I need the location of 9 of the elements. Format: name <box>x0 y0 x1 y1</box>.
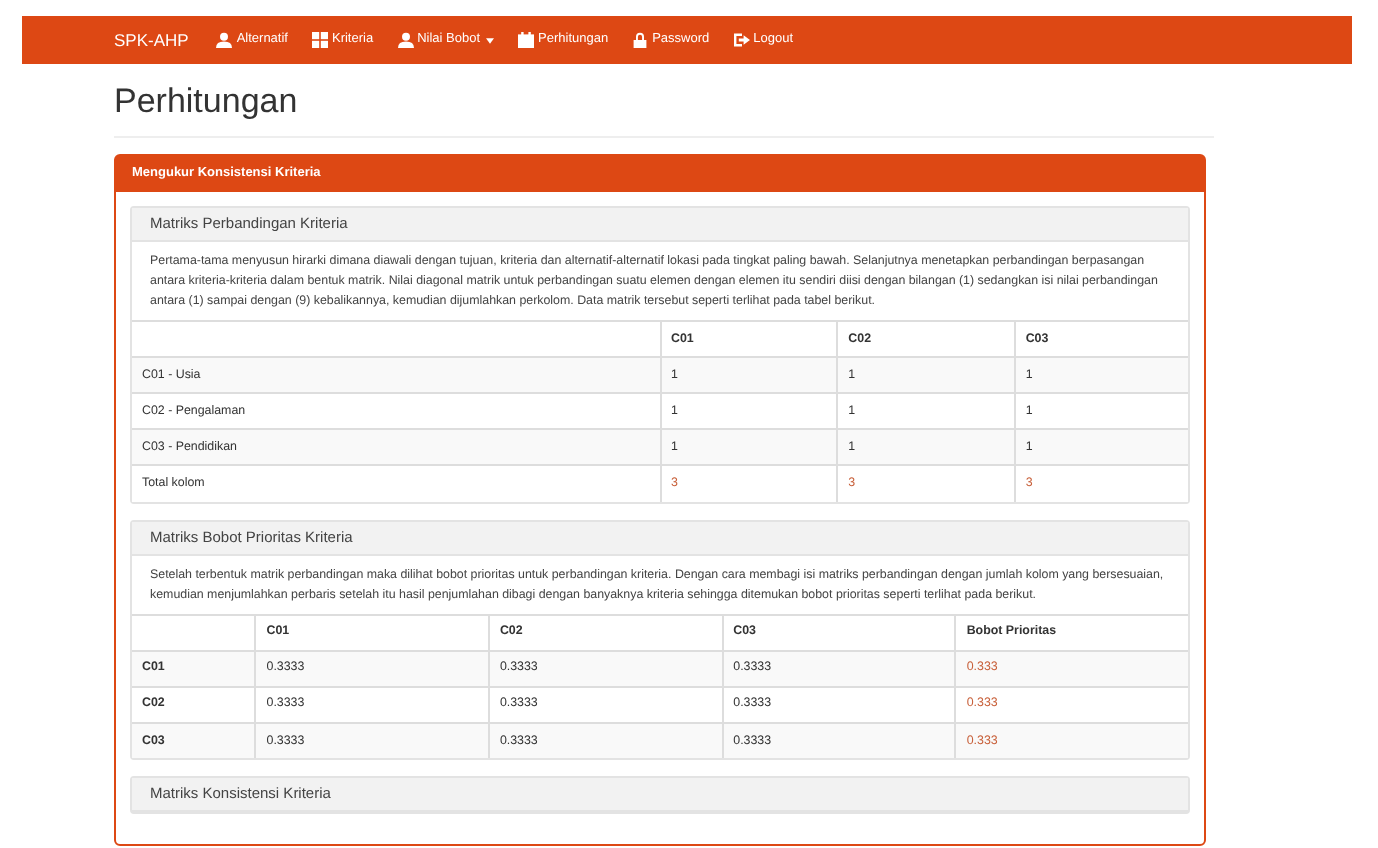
logout-icon <box>733 32 750 48</box>
brand-link[interactable]: SPK-AHP <box>114 27 189 53</box>
grid-icon <box>311 32 328 48</box>
user-icon <box>397 32 414 48</box>
page-title: Perhitungan <box>114 80 1214 138</box>
user-icon <box>216 32 233 48</box>
lock-icon <box>632 32 649 48</box>
calendar-icon <box>518 32 535 48</box>
caret-icon <box>486 37 495 43</box>
